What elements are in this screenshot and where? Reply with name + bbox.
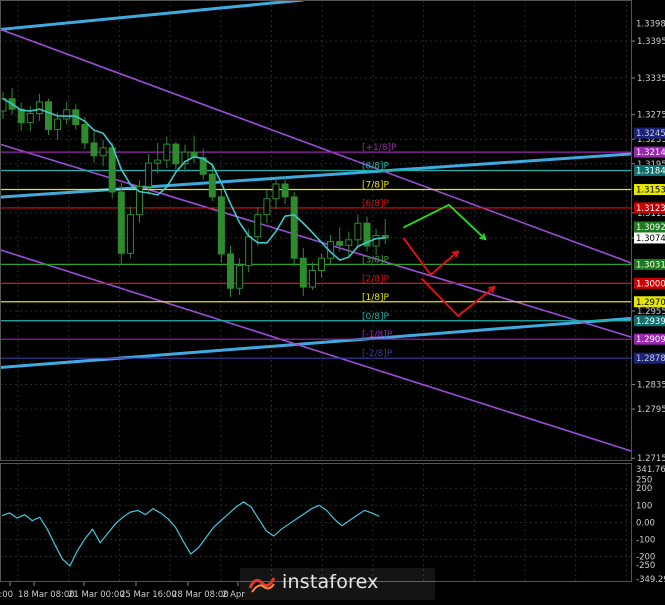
candle-body	[372, 235, 380, 247]
trend-line-lower	[0, 316, 632, 370]
instaforex-logo-icon	[248, 577, 276, 593]
osc-tick-label: 0.00	[636, 518, 655, 528]
murrey-label: [8/8]P	[362, 162, 390, 172]
osc-tick-label: 341.7683	[636, 465, 665, 475]
chart-grid	[0, 0, 632, 582]
projection-arrow	[402, 203, 486, 240]
candle-body	[145, 162, 153, 187]
price-badge-label: 1.3000	[636, 279, 665, 289]
candle-body	[45, 101, 52, 130]
candle-body	[245, 236, 253, 267]
candle-body	[117, 191, 125, 254]
main-frame	[0, 0, 632, 461]
time-tick-label: 18 Mar 08:00	[18, 590, 75, 600]
candle-body	[263, 198, 271, 216]
price-badge-label: 1.2939	[636, 317, 665, 327]
trend-line-upper	[0, 152, 632, 199]
price-badge-label: 1.3184	[636, 167, 665, 177]
price-badge-label: 1.3153	[636, 186, 665, 196]
murrey-label: [1/8]P	[362, 293, 390, 303]
price-tick-label: 1.3275	[637, 111, 665, 121]
price-badge-label: 1.2878	[636, 354, 665, 364]
price-badge-label: 1.2909	[636, 335, 665, 345]
murrey-label: [6/8]P	[362, 199, 390, 209]
price-badge-label: 1.3031	[636, 260, 665, 270]
price-tick-label: 1.3395	[637, 37, 665, 47]
candle-body	[108, 147, 116, 193]
murrey-label: [7/8]P	[362, 181, 390, 191]
candle-body	[308, 269, 316, 288]
price-badge-label: 1.2970	[636, 298, 665, 308]
time-axis: 5:00 18 Mar 08:0021 Mar 00:0025 Mar 16:00…	[0, 582, 245, 600]
time-tick-label: 28 Mar 08:00	[172, 590, 229, 600]
oscillator-panel	[0, 487, 632, 567]
candle-body	[236, 265, 244, 289]
drawing-objects	[0, 0, 632, 453]
price-tick-label: 1.2715	[637, 454, 665, 464]
osc-tick-label: -250	[636, 561, 655, 571]
osc-tick-label: -349.2918	[636, 575, 665, 585]
price-badge-label: 1.3214	[636, 148, 665, 158]
price-badge-label: 1.3245	[636, 129, 665, 139]
candle-body	[354, 222, 362, 241]
candle-body	[299, 257, 307, 288]
candle-body	[172, 143, 180, 165]
main-plot: [+1/8]P [8/8]P [7/8]P [6/8]P [3/8]P [2/8]P [1/…	[0, 0, 632, 453]
price-badge-label: 1.3092	[636, 223, 665, 233]
price-axis[interactable]: 1.33951.33351.32751.32351.31951.31151.30…	[632, 17, 665, 585]
candle-body	[63, 109, 71, 120]
candle-body	[17, 108, 25, 124]
candle-body	[35, 101, 43, 114]
candle-body	[99, 147, 107, 157]
osc-tick-label: 200	[636, 484, 652, 494]
candle-body	[336, 241, 344, 246]
candle-body	[227, 253, 234, 289]
price-chart[interactable]: [+1/8]P [8/8]P [7/8]P [6/8]P [3/8]P [2/8]P [1/…	[0, 0, 665, 605]
candle-body	[163, 143, 171, 161]
candle-body	[26, 112, 34, 124]
candle-body	[154, 159, 162, 164]
murrey-label: [2/8]P	[362, 274, 390, 284]
candle-body	[272, 183, 280, 200]
candle-body	[318, 257, 325, 271]
price-tick-label: 1.2795	[637, 405, 665, 415]
osc-tick-label: 100	[636, 501, 652, 511]
price-badge-label: 1.3074	[636, 234, 665, 244]
murrey-label: [+1/8]P	[362, 143, 397, 153]
time-tick-label: 5:00	[0, 590, 13, 600]
osc-tick-label: -100	[636, 535, 655, 545]
candle-body	[290, 196, 298, 259]
time-tick-label: 25 Mar 16:00	[120, 590, 177, 600]
time-tick-label: 21 Mar 00:00	[68, 590, 125, 600]
candle-body	[90, 142, 98, 157]
channel-line-lower	[0, 248, 632, 453]
price-tick-label: 1.2835	[637, 381, 665, 391]
candle-body	[126, 214, 134, 254]
candle-body	[217, 196, 225, 255]
watermark-text: instaforex	[282, 571, 379, 593]
candle-body	[254, 214, 262, 238]
murrey-label: [3/8]P	[362, 255, 390, 265]
murrey-label: [0/8]P	[362, 312, 390, 322]
chart-frame	[0, 0, 632, 582]
candle-body	[54, 118, 62, 130]
price-badge-label: 1.3398	[636, 19, 665, 29]
candle-body	[81, 124, 89, 144]
price-badge-label: 1.3123	[636, 204, 665, 214]
candle-body	[281, 183, 289, 198]
candle-body	[345, 239, 353, 246]
projection-arrows	[402, 203, 496, 318]
murrey-label: [-2/8]P	[362, 349, 393, 359]
trend-line-top	[0, 0, 304, 31]
price-tick-label: 1.3335	[637, 74, 665, 84]
murrey-label: [-1/8]P	[362, 330, 393, 340]
candle-body	[208, 173, 216, 198]
